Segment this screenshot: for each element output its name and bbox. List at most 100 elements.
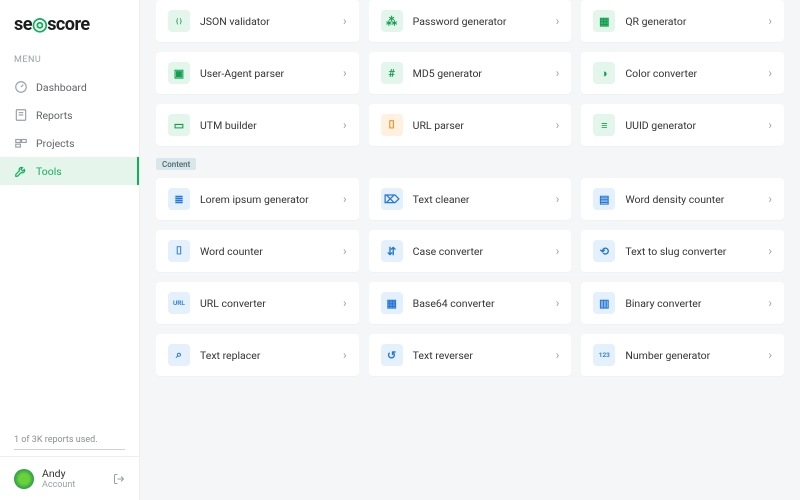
tool-label: Text replacer <box>200 349 333 362</box>
tool-card-base64-converter[interactable]: ▦Base64 converter› <box>369 282 572 324</box>
text-to-slug-converter-icon: ⟲ <box>593 240 615 262</box>
tool-card-text-cleaner[interactable]: ⌦Text cleaner› <box>369 178 572 220</box>
tool-card-user-agent-parser[interactable]: ▣ User-Agent parser › <box>156 52 359 94</box>
account-text: Andy Account <box>42 467 105 490</box>
tool-card-binary-converter[interactable]: ▥ Binary converter › <box>581 282 784 324</box>
qr-generator-icon: ▦ <box>593 10 615 32</box>
tool-card-md5-generator[interactable]: # MD5 generator › <box>369 52 572 94</box>
chevron-right-icon: › <box>556 348 560 362</box>
word-counter-icon: ⌷ <box>168 240 190 262</box>
main-content: { }JSON validator› ⁂ Password generator › ▦ Q… <box>140 0 800 500</box>
avatar <box>14 469 34 489</box>
tool-label: UUID generator <box>625 119 758 132</box>
tool-card-uuid-generator[interactable]: ≡ UUID generator › <box>581 104 784 146</box>
menu-label: MENU <box>0 45 139 73</box>
tool-card-color-converter[interactable]: ◑ Color converter › <box>581 52 784 94</box>
text-cleaner-icon: ⌦ <box>381 188 403 210</box>
tool-label: QR generator <box>625 15 758 28</box>
tool-card-text-replacer[interactable]: ⌕Text replacer› <box>156 334 359 376</box>
tool-label: Case converter <box>413 245 546 258</box>
tool-label: Number generator <box>625 349 758 362</box>
account-name: Andy <box>42 467 105 480</box>
logo[interactable]: se◎score <box>0 0 139 45</box>
url-parser-icon: ⌷ <box>381 114 403 136</box>
logout-icon[interactable] <box>113 473 125 485</box>
chevron-right-icon: › <box>343 118 347 132</box>
logo-suffix: score <box>47 14 89 35</box>
tool-card-case-converter[interactable]: ⇵ Case converter › <box>369 230 572 272</box>
json-validator-icon: { } <box>168 10 190 32</box>
md5-generator-icon: # <box>381 62 403 84</box>
word-density-counter-icon: ▤ <box>593 188 615 210</box>
tool-card-json-validator[interactable]: { }JSON validator› <box>156 0 359 42</box>
tool-label: Binary converter <box>625 297 758 310</box>
tool-grid: { }JSON validator› ⁂ Password generator › ▦ Q… <box>156 0 784 146</box>
tool-card-number-generator[interactable]: 123Number generator› <box>581 334 784 376</box>
sidebar-item-label: Tools <box>36 165 62 178</box>
tool-card-utm-builder[interactable]: ▭UTM builder› <box>156 104 359 146</box>
tool-card-text-to-slug-converter[interactable]: ⟲ Text to slug converter › <box>581 230 784 272</box>
sidebar-item-dashboard[interactable]: Dashboard <box>0 73 139 101</box>
chevron-right-icon: › <box>768 14 772 28</box>
sidebar-item-label: Projects <box>36 137 75 150</box>
dashboard-icon <box>14 80 28 94</box>
chevron-right-icon: › <box>768 66 772 80</box>
chevron-right-icon: › <box>556 244 560 258</box>
chevron-right-icon: › <box>768 296 772 310</box>
sidebar-item-label: Reports <box>36 109 73 122</box>
tool-card-word-density-counter[interactable]: ▤ Word density counter › <box>581 178 784 220</box>
tool-label: UTM builder <box>200 119 333 132</box>
password-generator-icon: ⁂ <box>381 10 403 32</box>
chevron-right-icon: › <box>768 118 772 132</box>
tool-card-lorem-ipsum-generator[interactable]: ≣ Lorem ipsum generator › <box>156 178 359 220</box>
tool-label: User-Agent parser <box>200 67 333 80</box>
reports-icon <box>14 108 28 122</box>
projects-icon <box>14 136 28 150</box>
tool-card-qr-generator[interactable]: ▦ QR generator › <box>581 0 784 42</box>
chevron-right-icon: › <box>768 348 772 362</box>
sidebar-item-label: Dashboard <box>36 81 87 94</box>
section-badge: Content <box>156 158 196 170</box>
uuid-generator-icon: ≡ <box>593 114 615 136</box>
chevron-right-icon: › <box>768 244 772 258</box>
sidebar: se◎score MENU Dashboard Reports Projects To… <box>0 0 140 500</box>
tool-label: Text cleaner <box>413 193 546 206</box>
lorem-ipsum-generator-icon: ≣ <box>168 188 190 210</box>
sidebar-item-projects[interactable]: Projects <box>0 129 139 157</box>
binary-converter-icon: ▥ <box>593 292 615 314</box>
tool-card-url-parser[interactable]: ⌷ URL parser › <box>369 104 572 146</box>
chevron-right-icon: › <box>768 192 772 206</box>
tool-label: Text to slug converter <box>625 245 758 258</box>
tool-label: MD5 generator <box>413 67 546 80</box>
tool-card-password-generator[interactable]: ⁂Password generator› <box>369 0 572 42</box>
chevron-right-icon: › <box>343 14 347 28</box>
tools-icon <box>14 164 28 178</box>
text-replacer-icon: ⌕ <box>168 344 190 366</box>
chevron-right-icon: › <box>556 66 560 80</box>
sidebar-item-reports[interactable]: Reports <box>0 101 139 129</box>
tool-label: Word density counter <box>625 193 758 206</box>
account-row[interactable]: Andy Account <box>0 457 139 500</box>
tool-label: Password generator <box>413 15 546 28</box>
tool-label: URL converter <box>200 297 333 310</box>
chevron-right-icon: › <box>343 66 347 80</box>
tool-label: Color converter <box>625 67 758 80</box>
color-converter-icon: ◑ <box>593 62 615 84</box>
tool-label: Lorem ipsum generator <box>200 193 333 206</box>
logo-o-icon: ◎ <box>32 14 47 35</box>
url-converter-icon: URL <box>168 292 190 314</box>
sidebar-item-tools[interactable]: Tools <box>0 157 139 185</box>
chevron-right-icon: › <box>343 192 347 206</box>
tool-card-word-counter[interactable]: ⌷Word counter› <box>156 230 359 272</box>
chevron-right-icon: › <box>343 296 347 310</box>
case-converter-icon: ⇵ <box>381 240 403 262</box>
text-reverser-icon: ↺ <box>381 344 403 366</box>
chevron-right-icon: › <box>556 118 560 132</box>
user-agent-parser-icon: ▣ <box>168 62 190 84</box>
tool-card-text-reverser[interactable]: ↺Text reverser› <box>369 334 572 376</box>
usage-label: 1 of 3K reports used. <box>14 435 98 445</box>
tool-label: URL parser <box>413 119 546 132</box>
account-subtitle: Account <box>42 480 105 490</box>
tool-card-url-converter[interactable]: URL URL converter › <box>156 282 359 324</box>
logo-prefix: se <box>14 14 32 35</box>
